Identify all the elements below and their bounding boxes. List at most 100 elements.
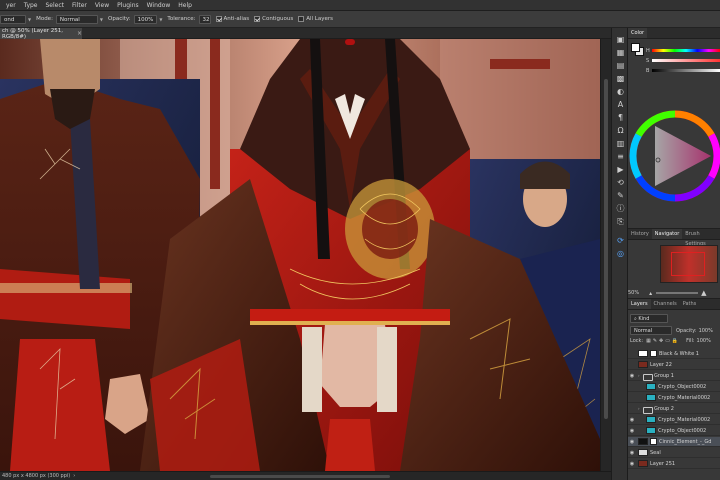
zoom-out-icon[interactable]: ▴ xyxy=(649,290,652,297)
eye-icon[interactable]: ◉ xyxy=(628,417,636,423)
document-canvas[interactable] xyxy=(0,39,600,471)
eye-icon[interactable]: ◉ xyxy=(628,439,636,445)
menu-item-window[interactable]: Window xyxy=(143,0,175,11)
navigator-view-box[interactable] xyxy=(671,252,705,276)
hue-slider-track[interactable] xyxy=(652,49,720,52)
layer-row[interactable]: ◉ Cinnic_Element_-_Gd xyxy=(628,437,720,447)
mode-select[interactable]: Normal xyxy=(55,14,98,24)
tool-preset-value[interactable]: ond xyxy=(0,14,26,24)
brightness-slider[interactable]: B xyxy=(646,68,720,74)
anti-alias-checkbox[interactable]: Anti-alias xyxy=(215,16,249,22)
canvas-vertical-scrollbar[interactable] xyxy=(600,39,611,471)
menu-item-type[interactable]: Type xyxy=(20,0,42,11)
layer-row[interactable]: Black & White 1 xyxy=(628,349,720,359)
layer-row[interactable]: ◉ Crypto_Material0002 xyxy=(628,415,720,425)
navigator-preview[interactable] xyxy=(660,245,718,283)
menu-item-help[interactable]: Help xyxy=(174,0,196,11)
anti-alias-check-icon[interactable] xyxy=(215,16,222,22)
clone-source-icon[interactable]: ⎘ xyxy=(615,216,626,227)
all-layers-checkbox[interactable]: All Layers xyxy=(298,16,333,22)
layer-mask-thumbnail[interactable] xyxy=(650,350,657,357)
eye-icon[interactable]: ◉ xyxy=(628,428,636,434)
contiguous-checkbox[interactable]: Contiguous xyxy=(254,16,293,22)
tab-brush-settings[interactable]: Brush Settings xyxy=(682,229,720,247)
circle-icon[interactable]: ◎ xyxy=(615,248,626,259)
layer-row[interactable]: ◉ Crypto_Object0002 xyxy=(628,426,720,436)
foreground-swatch[interactable] xyxy=(631,43,640,52)
actions-icon[interactable]: ▶ xyxy=(615,164,626,175)
zoom-in-icon[interactable]: ▲ xyxy=(701,289,706,297)
history-icon[interactable]: ⟲ xyxy=(615,177,626,188)
saturation-slider[interactable]: S xyxy=(646,58,720,64)
menu-item-filter[interactable]: Filter xyxy=(68,0,91,11)
navigator-zoom-value[interactable]: 50% xyxy=(628,290,639,296)
blend-mode-select[interactable]: Normal xyxy=(630,326,672,335)
eye-icon[interactable]: ◉ xyxy=(628,373,636,379)
document-tab[interactable]: ch @ 50% (Layer 251, RGB/8#) × xyxy=(0,28,82,40)
status-arrow-icon[interactable]: › xyxy=(73,473,75,479)
contiguous-check-icon[interactable] xyxy=(254,16,261,22)
glyphs-icon[interactable]: Ω xyxy=(615,125,626,136)
scrollbar-thumb[interactable] xyxy=(604,79,608,419)
libraries-icon[interactable]: ▥ xyxy=(615,138,626,149)
layer-filter-select[interactable]: ⌕ Kind xyxy=(630,314,668,323)
eye-icon[interactable]: ◉ xyxy=(628,461,636,467)
brightness-slider-track[interactable] xyxy=(652,69,720,72)
tab-navigator[interactable]: Navigator xyxy=(651,229,683,239)
tab-channels[interactable]: Channels xyxy=(651,299,680,309)
panel-icon-strip: ▣ ▦ ▤ ▩ ◐ A ¶ Ω ▥ ≡ ▶ ⟲ ✎ ⓘ ⎘ ⟳ ◎ xyxy=(611,28,628,480)
layer-row[interactable]: ◉ Layer 251 xyxy=(628,459,720,469)
lock-options-icon[interactable]: ▦✎✥▭🔒 xyxy=(646,338,680,344)
info-icon[interactable]: ⓘ xyxy=(615,203,626,214)
color-wheel[interactable] xyxy=(628,78,720,228)
rotate-icon[interactable]: ⟳ xyxy=(615,235,626,246)
tool-preset-picker[interactable]: ond ▼ xyxy=(0,14,32,24)
layer-row[interactable]: › Group 2 xyxy=(628,404,720,414)
tab-paths[interactable]: Paths xyxy=(680,299,700,309)
layers-panel-tabs: Layers Channels Paths xyxy=(628,299,720,310)
layer-row[interactable]: Layer 22 xyxy=(628,360,720,370)
eye-icon[interactable]: ◉ xyxy=(628,450,636,456)
canvas-horizontal-scrollbar[interactable] xyxy=(210,475,390,478)
tab-color[interactable]: Color xyxy=(628,28,648,38)
tab-history[interactable]: History xyxy=(628,229,652,239)
saturation-slider-track[interactable] xyxy=(652,59,720,62)
layer-row[interactable]: ◉ Seal xyxy=(628,448,720,458)
tolerance-input[interactable]: 32 xyxy=(198,14,211,24)
opacity-label: Opacity: xyxy=(108,16,131,22)
properties-icon[interactable]: ≡ xyxy=(615,151,626,162)
adjustments-icon[interactable]: ◐ xyxy=(615,86,626,97)
layer-row[interactable]: ◉ › Group 1 xyxy=(628,371,720,381)
chevron-down-icon: ▼ xyxy=(28,16,32,22)
menu-item-yer[interactable]: yer xyxy=(2,0,20,11)
layer-name: Seal xyxy=(650,449,661,456)
gradient-icon[interactable]: ▤ xyxy=(615,60,626,71)
layer-row[interactable]: Crypto_Material0002 xyxy=(628,393,720,403)
character-icon[interactable]: A xyxy=(615,99,626,110)
layer-row[interactable]: Crypto_Object0002 xyxy=(628,382,720,392)
color-picker-icon[interactable]: ▣ xyxy=(615,34,626,45)
menu-item-view[interactable]: View xyxy=(91,0,113,11)
all-layers-check-icon[interactable] xyxy=(298,16,305,22)
artwork-image xyxy=(0,39,600,471)
opacity-input[interactable]: 100% xyxy=(133,14,158,24)
zoom-slider[interactable] xyxy=(656,292,699,294)
layer-name: Group 2 xyxy=(654,405,674,412)
brush-icon[interactable]: ✎ xyxy=(615,190,626,201)
swatches-icon[interactable]: ▦ xyxy=(615,47,626,58)
close-icon[interactable]: × xyxy=(77,30,82,37)
paragraph-icon[interactable]: ¶ xyxy=(615,112,626,123)
menu-bar: yer Type Select Filter View Plugins Window Help xyxy=(0,0,720,11)
layer-opacity-value[interactable]: 100% xyxy=(699,328,713,334)
hue-slider[interactable]: H xyxy=(646,48,720,54)
layer-name: Black & White 1 xyxy=(659,350,699,357)
lock-label: Lock: xyxy=(630,338,644,344)
fill-value[interactable]: 100% xyxy=(697,338,711,344)
tab-layers[interactable]: Layers xyxy=(628,299,651,309)
menu-item-select[interactable]: Select xyxy=(42,0,69,11)
layer-mask-thumbnail[interactable] xyxy=(650,438,657,445)
fill-label: Fill: xyxy=(686,338,695,344)
menu-item-plugins[interactable]: Plugins xyxy=(113,0,143,11)
layer-name: Cinnic_Element_-_Gd xyxy=(659,438,712,445)
patterns-icon[interactable]: ▩ xyxy=(615,73,626,84)
